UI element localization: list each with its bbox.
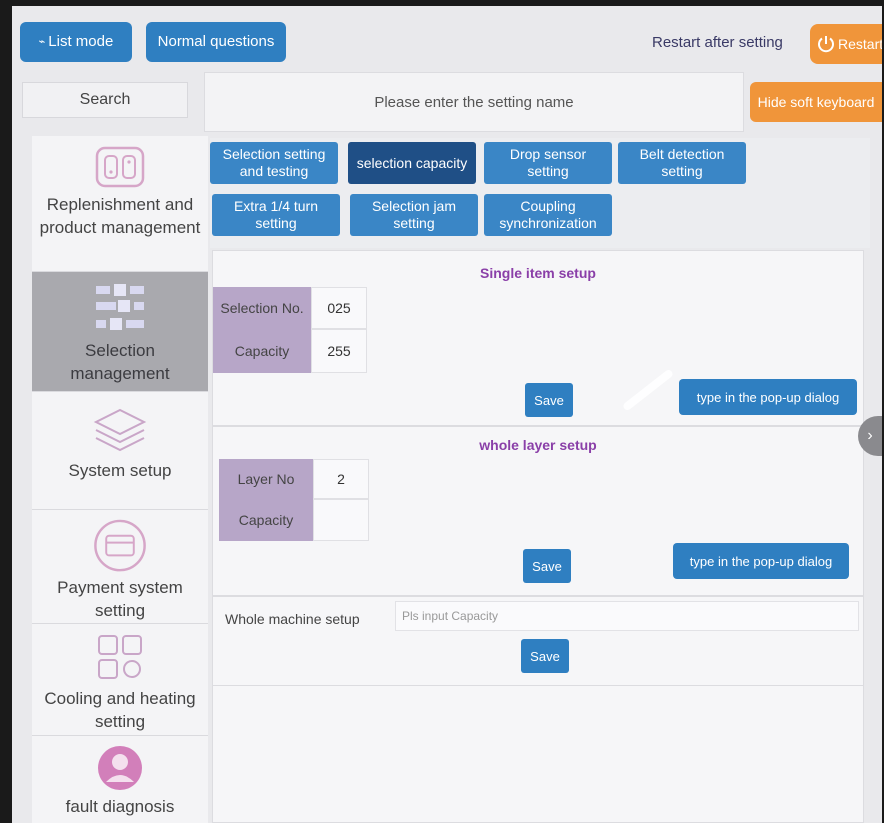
single-item-section: Single item setup Selection No. 025 Capa…	[212, 250, 864, 426]
sidebar-item-selection[interactable]: Selection management	[32, 272, 208, 392]
restart-button-label: Restart	[838, 36, 882, 52]
sidebar-item-fault-diagnosis[interactable]: fault diagnosis	[32, 736, 208, 823]
list-mode-label: List mode	[48, 33, 114, 51]
sidebar-item-label: Cooling and heating setting	[44, 689, 196, 731]
layers-icon	[93, 408, 147, 452]
layer-capacity-field[interactable]	[313, 499, 369, 541]
top-bar: ⌁ List mode Normal questions Restart aft…	[12, 6, 882, 76]
sidebar-item-label: Selection management	[70, 341, 170, 383]
selection-no-label: Selection No.	[213, 287, 311, 329]
grid-icon	[98, 635, 142, 679]
sidebar-item-payment[interactable]: Payment system setting	[32, 510, 208, 624]
whole-machine-capacity-input[interactable]: Pls input Capacity	[395, 601, 859, 631]
single-item-popup-button[interactable]: type in the pop-up dialog	[679, 379, 857, 415]
whole-machine-section: Whole machine setup Pls input Capacity S…	[212, 596, 864, 686]
hide-keyboard-button[interactable]: Hide soft keyboard	[750, 82, 882, 122]
selection-icon	[96, 284, 144, 330]
whole-layer-section: whole layer setup Layer No 2 Capacity Sa…	[212, 426, 864, 596]
tab-selection-jam[interactable]: Selection jam setting	[350, 194, 478, 236]
normal-questions-label: Normal questions	[157, 33, 275, 51]
whole-machine-label: Whole machine setup	[225, 611, 360, 627]
tab-extra-turn[interactable]: Extra 1/4 turn setting	[212, 194, 340, 236]
tab-coupling-sync[interactable]: Coupling synchronization	[484, 194, 612, 236]
sidebar-item-replenishment[interactable]: Replenishment and product management	[32, 136, 208, 272]
list-mode-icon: ⌁	[38, 35, 46, 48]
single-item-title: Single item setup	[480, 265, 596, 281]
capacity-label: Capacity	[213, 329, 311, 373]
phone-icon	[95, 146, 145, 188]
whole-layer-title: whole layer setup	[479, 437, 597, 453]
whole-layer-save-button[interactable]: Save	[523, 549, 571, 583]
empty-content-area	[212, 686, 864, 823]
power-icon	[818, 36, 834, 53]
capacity-field[interactable]: 255	[311, 329, 367, 373]
sidebar-item-system-setup[interactable]: System setup	[32, 392, 208, 510]
sidebar-item-cooling-heating[interactable]: Cooling and heating setting	[32, 624, 208, 736]
setting-search-input[interactable]: Please enter the setting name	[204, 72, 744, 132]
sidebar-item-label: Payment system setting	[57, 578, 183, 621]
tab-selection-setting[interactable]: Selection setting and testing	[210, 142, 338, 184]
layer-no-field[interactable]: 2	[313, 459, 369, 499]
list-mode-button[interactable]: ⌁ List mode	[20, 22, 132, 62]
search-button[interactable]: Search	[22, 82, 188, 118]
card-icon	[94, 519, 146, 572]
tab-panel: Selection setting and testing selection …	[210, 138, 870, 248]
sidebar-item-label: fault diagnosis	[65, 797, 175, 816]
app-screen: ⌁ List mode Normal questions Restart aft…	[12, 6, 882, 823]
sidebar-item-label: Replenishment and product management	[39, 195, 201, 237]
layer-no-label: Layer No	[219, 459, 313, 499]
normal-questions-button[interactable]: Normal questions	[146, 22, 286, 62]
single-item-save-button[interactable]: Save	[525, 383, 573, 417]
tab-selection-capacity[interactable]: selection capacity	[348, 142, 476, 184]
sidebar-item-label: System setup	[68, 461, 172, 480]
restart-hint: Restart after setting	[652, 34, 783, 51]
whole-machine-save-button[interactable]: Save	[521, 639, 569, 673]
restart-button[interactable]: Restart	[810, 24, 882, 64]
layer-capacity-label: Capacity	[219, 499, 313, 541]
whole-layer-popup-button[interactable]: type in the pop-up dialog	[673, 543, 849, 579]
tab-belt-detection[interactable]: Belt detection setting	[618, 142, 746, 184]
sidebar: Replenishment and product management Sel…	[32, 136, 208, 823]
user-icon	[98, 746, 142, 790]
tab-drop-sensor[interactable]: Drop sensor setting	[484, 142, 612, 184]
selection-no-field[interactable]: 025	[311, 287, 367, 329]
hide-keyboard-label: Hide soft keyboard	[757, 94, 875, 110]
